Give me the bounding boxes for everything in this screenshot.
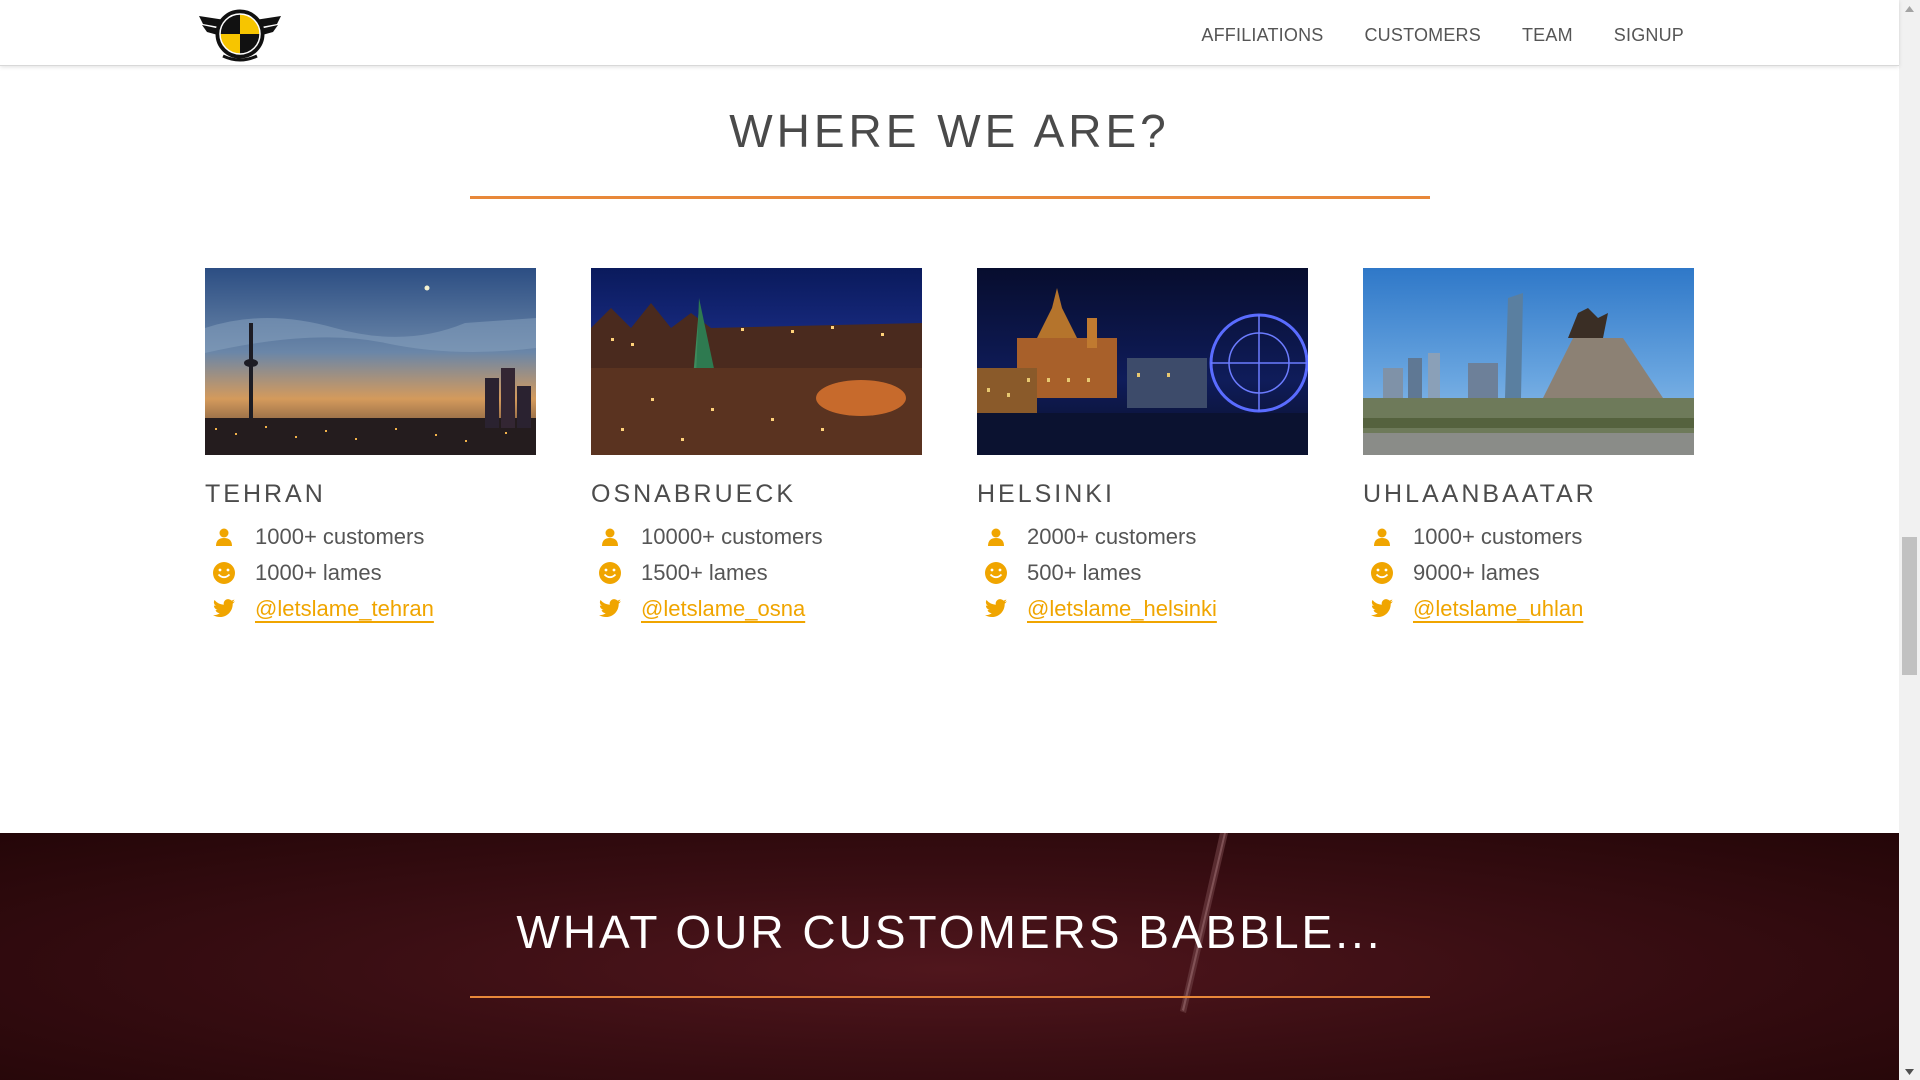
customers-count: 2000+ customers bbox=[1027, 524, 1197, 549]
smiley-icon bbox=[982, 559, 1010, 587]
city-name: HELSINKI bbox=[977, 480, 1115, 508]
customers-stat: 10000+ customers bbox=[591, 519, 922, 555]
babble-divider bbox=[470, 996, 1430, 998]
city-photo-helsinki bbox=[977, 268, 1308, 455]
user-icon bbox=[1368, 523, 1396, 551]
city-name: OSNABRUECK bbox=[591, 480, 797, 508]
customers-count: 1000+ customers bbox=[1413, 524, 1583, 549]
user-icon bbox=[982, 523, 1010, 551]
city-name: UHLAANBAATAR bbox=[1363, 480, 1597, 508]
nav-customers[interactable]: CUSTOMERS bbox=[1364, 25, 1480, 46]
page-scrollbar[interactable] bbox=[1899, 0, 1920, 1080]
lames-count: 9000+ lames bbox=[1413, 560, 1540, 585]
testimonials-section: WHAT OUR CUSTOMERS BABBLE... bbox=[0, 833, 1899, 1080]
nav-affiliations[interactable]: AFFILIATIONS bbox=[1201, 25, 1323, 46]
lames-count: 1500+ lames bbox=[641, 560, 768, 585]
lames-stat: 9000+ lames bbox=[1363, 555, 1694, 591]
customers-count: 10000+ customers bbox=[641, 524, 823, 549]
twitter-icon bbox=[982, 595, 1010, 623]
twitter-stat: @letslame_tehran bbox=[205, 591, 536, 627]
scrollbar-thumb[interactable] bbox=[1902, 537, 1917, 675]
logo-emblem-icon bbox=[199, 9, 281, 62]
city-card-osnabrueck: OSNABRUECK 10000+ customers 1500+ lames … bbox=[591, 268, 922, 627]
title-divider bbox=[470, 196, 1430, 199]
city-card-helsinki: HELSINKI 2000+ customers 500+ lames @let… bbox=[977, 268, 1308, 627]
twitter-icon bbox=[1368, 595, 1396, 623]
lames-count: 1000+ lames bbox=[255, 560, 382, 585]
city-photo-tehran bbox=[205, 268, 536, 455]
twitter-icon bbox=[596, 595, 624, 623]
smiley-icon bbox=[1368, 559, 1396, 587]
customers-stat: 2000+ customers bbox=[977, 519, 1308, 555]
cities-grid: TEHRAN 1000+ customers 1000+ lames @lets… bbox=[205, 268, 1695, 628]
logo[interactable] bbox=[197, 6, 283, 64]
lames-stat: 1500+ lames bbox=[591, 555, 922, 591]
twitter-link[interactable]: @letslame_tehran bbox=[255, 596, 434, 622]
twitter-link[interactable]: @letslame_uhlan bbox=[1413, 596, 1583, 622]
twitter-link[interactable]: @letslame_osna bbox=[641, 596, 805, 622]
twitter-icon bbox=[210, 595, 238, 623]
city-card-tehran: TEHRAN 1000+ customers 1000+ lames @lets… bbox=[205, 268, 536, 627]
navbar: AFFILIATIONS CUSTOMERS TEAM SIGNUP bbox=[0, 0, 1899, 66]
lames-count: 500+ lames bbox=[1027, 560, 1142, 585]
customers-stat: 1000+ customers bbox=[1363, 519, 1694, 555]
city-photo-uhlaanbaatar bbox=[1363, 268, 1694, 455]
twitter-stat: @letslame_uhlan bbox=[1363, 591, 1694, 627]
main-nav: AFFILIATIONS CUSTOMERS TEAM SIGNUP bbox=[1201, 0, 1684, 70]
babble-title: WHAT OUR CUSTOMERS BABBLE... bbox=[516, 906, 1383, 958]
city-card-uhlaanbaatar: UHLAANBAATAR 1000+ customers 9000+ lames… bbox=[1363, 268, 1694, 627]
smiley-icon bbox=[210, 559, 238, 587]
customers-count: 1000+ customers bbox=[255, 524, 425, 549]
city-photo-osnabrueck bbox=[591, 268, 922, 455]
user-icon bbox=[210, 523, 238, 551]
where-title: WHERE WE ARE? bbox=[729, 105, 1170, 157]
lames-stat: 1000+ lames bbox=[205, 555, 536, 591]
user-icon bbox=[596, 523, 624, 551]
scroll-down-arrow-icon[interactable] bbox=[1899, 1063, 1920, 1080]
nav-team[interactable]: TEAM bbox=[1522, 25, 1573, 46]
customers-stat: 1000+ customers bbox=[205, 519, 536, 555]
scroll-up-arrow-icon[interactable] bbox=[1899, 0, 1920, 17]
lames-stat: 500+ lames bbox=[977, 555, 1308, 591]
twitter-link[interactable]: @letslame_helsinki bbox=[1027, 596, 1217, 622]
smiley-icon bbox=[596, 559, 624, 587]
twitter-stat: @letslame_helsinki bbox=[977, 591, 1308, 627]
twitter-stat: @letslame_osna bbox=[591, 591, 922, 627]
nav-signup[interactable]: SIGNUP bbox=[1614, 25, 1684, 46]
city-name: TEHRAN bbox=[205, 480, 326, 508]
